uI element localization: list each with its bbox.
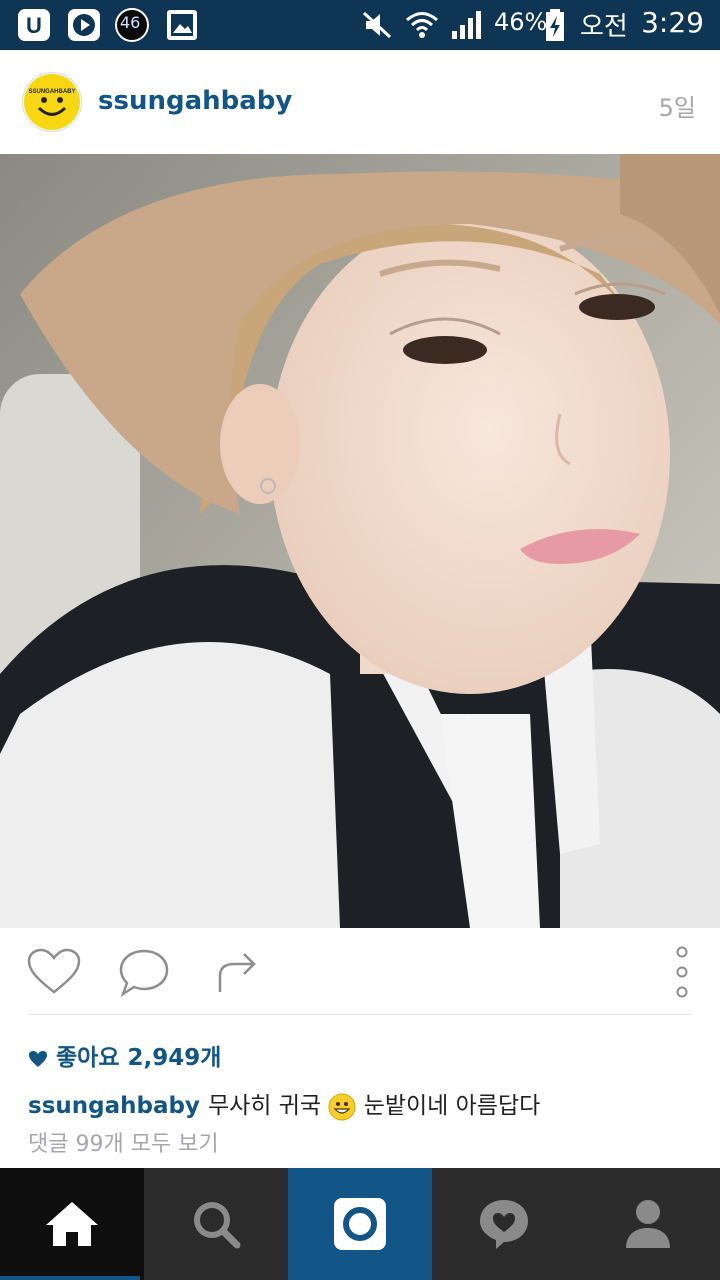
share-icon[interactable]	[214, 948, 260, 996]
avatar-logo-text: SSUNGAHBABY	[28, 89, 75, 95]
wifi-icon	[406, 12, 438, 38]
profile-icon	[626, 1200, 670, 1248]
caption-username[interactable]: ssungahbaby	[28, 1093, 200, 1119]
clock: 3:29	[641, 6, 704, 39]
battery-percent: 46%	[494, 8, 548, 36]
status-bar: U 46 46% 오전 3:29	[0, 0, 720, 50]
tab-profile[interactable]	[576, 1168, 720, 1280]
activity-heart-icon	[480, 1200, 528, 1249]
caption: ssungahbaby 무사히 귀국 눈밭이네 아름답다	[28, 1086, 540, 1121]
caption-text-part2: 눈밭이네 아름답다	[363, 1093, 541, 1119]
more-icon[interactable]	[672, 946, 692, 998]
tab-home[interactable]	[0, 1168, 144, 1280]
post-username[interactable]: ssungahbaby	[98, 86, 292, 116]
u-plus-icon: U	[18, 9, 50, 41]
view-all-comments-link[interactable]: 댓글 99개 모두 보기	[28, 1126, 219, 1158]
actions-divider	[28, 1014, 692, 1015]
ampm-label: 오전	[580, 12, 628, 42]
camera-icon	[334, 1198, 386, 1250]
tab-camera[interactable]	[288, 1168, 432, 1280]
like-icon[interactable]	[26, 948, 82, 996]
avatar-smiley-icon: SSUNGAHBABY	[24, 74, 80, 130]
signal-icon	[452, 11, 481, 39]
tab-activity[interactable]	[432, 1168, 576, 1280]
post-header: SSUNGAHBABY ssungahbaby 5일	[0, 50, 720, 154]
grinning-emoji-icon	[328, 1093, 356, 1120]
post-actions	[0, 928, 720, 1016]
caption-text-part1: 무사히 귀국	[207, 1093, 322, 1119]
post-timestamp: 5일	[658, 94, 696, 122]
selfie-image	[0, 154, 720, 928]
gallery-icon	[167, 10, 197, 40]
active-tab-indicator	[0, 1276, 140, 1280]
media-player-icon	[68, 9, 100, 41]
svg-text:U: U	[26, 13, 42, 38]
small-heart-icon	[29, 1050, 47, 1067]
bottom-nav	[0, 1168, 720, 1280]
home-icon	[46, 1202, 98, 1246]
battery-charging-icon	[546, 9, 564, 41]
network-badge-text: 46	[120, 13, 141, 32]
comment-icon[interactable]	[118, 948, 170, 998]
avatar[interactable]: SSUNGAHBABY	[22, 72, 82, 132]
likes-count[interactable]: 좋아요 2,949개	[28, 1038, 222, 1071]
post-photo[interactable]	[0, 154, 720, 928]
mute-icon	[362, 11, 392, 39]
search-icon	[194, 1202, 241, 1249]
likes-text: 좋아요 2,949개	[56, 1045, 222, 1071]
tab-search[interactable]	[144, 1168, 288, 1280]
